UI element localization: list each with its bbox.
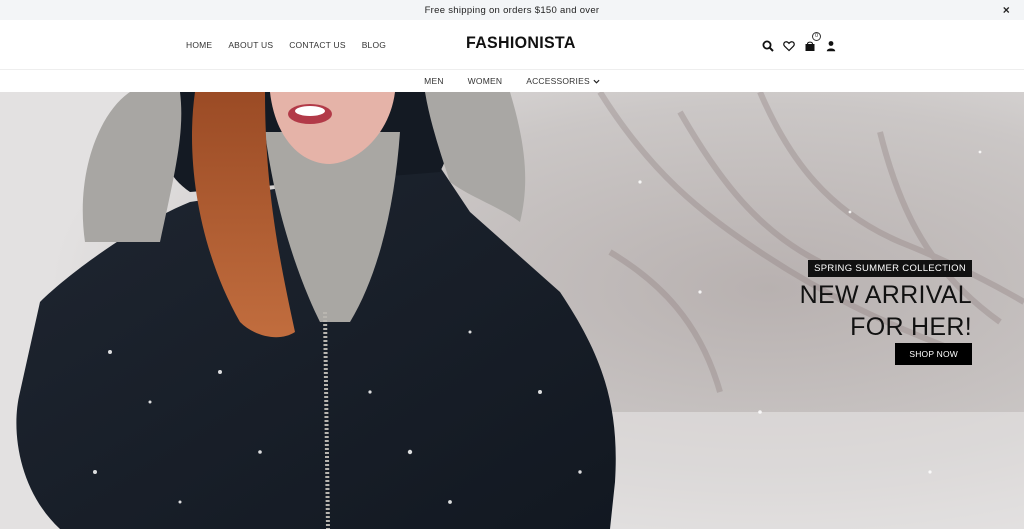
search-icon[interactable] <box>762 39 774 52</box>
close-icon[interactable]: × <box>1003 3 1010 17</box>
category-women[interactable]: WOMEN <box>468 76 503 86</box>
shop-now-button[interactable]: SHOP NOW <box>895 343 972 365</box>
announcement-text: Free shipping on orders $150 and over <box>424 4 600 16</box>
category-men[interactable]: MEN <box>424 76 444 86</box>
nav-contact-us[interactable]: CONTACT US <box>289 40 345 50</box>
site-logo[interactable]: FASHIONISTA <box>466 35 575 56</box>
site-header: HOME ABOUT US CONTACT US BLOG FASHIONIST… <box>0 20 1024 70</box>
announcement-bar: Free shipping on orders $150 and over × <box>0 0 1024 20</box>
hero-banner: SPRING SUMMER COLLECTION NEW ARRIVAL FOR… <box>0 92 1024 529</box>
category-nav: MEN WOMEN ACCESSORIES <box>0 70 1024 92</box>
hero-title-line2: FOR HER! <box>850 313 972 341</box>
chevron-down-icon <box>593 78 600 85</box>
main-nav: HOME ABOUT US CONTACT US BLOG <box>186 20 386 70</box>
cart-icon[interactable]: 0 <box>804 32 821 51</box>
user-icon[interactable] <box>825 39 837 52</box>
hero-title-line1: NEW ARRIVAL <box>799 281 972 309</box>
category-accessories[interactable]: ACCESSORIES <box>526 76 600 86</box>
category-accessories-label: ACCESSORIES <box>526 76 590 86</box>
header-icons: 0 <box>762 32 837 53</box>
nav-blog[interactable]: BLOG <box>362 40 386 50</box>
cart-count-badge: 0 <box>812 32 821 41</box>
hero-caption: SPRING SUMMER COLLECTION NEW ARRIVAL FOR… <box>712 258 972 365</box>
nav-about-us[interactable]: ABOUT US <box>228 40 273 50</box>
nav-home[interactable]: HOME <box>186 40 212 50</box>
heart-icon[interactable] <box>783 39 795 52</box>
collection-tag: SPRING SUMMER COLLECTION <box>808 260 972 277</box>
